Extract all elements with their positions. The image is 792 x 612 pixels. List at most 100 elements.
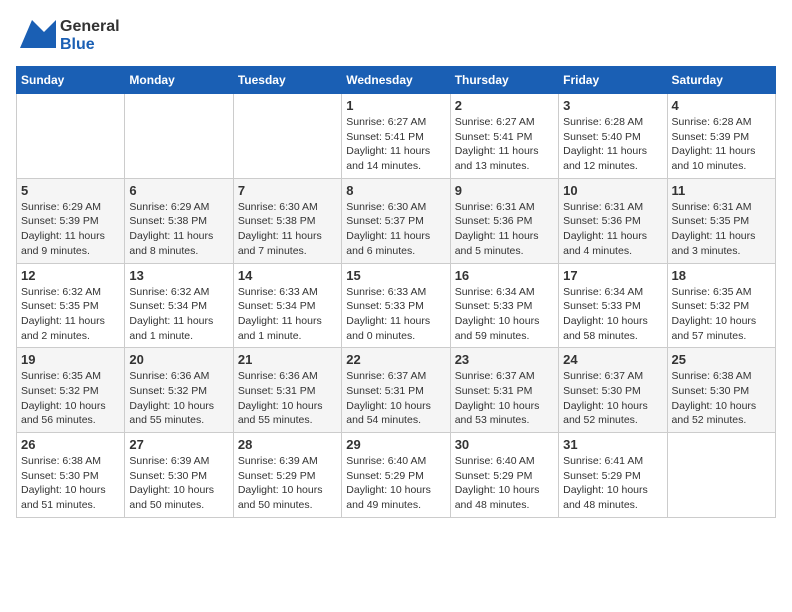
day-info: Sunrise: 6:31 AM Sunset: 5:36 PM Dayligh…: [563, 200, 662, 259]
day-info: Sunrise: 6:38 AM Sunset: 5:30 PM Dayligh…: [672, 369, 771, 428]
calendar-week-row: 1 Sunrise: 6:27 AM Sunset: 5:41 PM Daylig…: [17, 94, 776, 179]
day-info: Sunrise: 6:39 AM Sunset: 5:29 PM Dayligh…: [238, 454, 337, 513]
day-number: 16: [455, 268, 554, 283]
calendar-cell: 30 Sunrise: 6:40 AM Sunset: 5:29 PM Dayli…: [450, 433, 558, 518]
calendar-cell: 15 Sunrise: 6:33 AM Sunset: 5:33 PM Dayli…: [342, 263, 450, 348]
calendar-cell: 6Sunrise: 6:29 AM Sunset: 5:38 PM Daylig…: [125, 178, 233, 263]
calendar-cell: 14 Sunrise: 6:33 AM Sunset: 5:34 PM Dayli…: [233, 263, 341, 348]
day-number: 4: [672, 98, 771, 113]
day-number: 22: [346, 352, 445, 367]
day-number: 29: [346, 437, 445, 452]
calendar-cell: 3 Sunrise: 6:28 AM Sunset: 5:40 PM Daylig…: [559, 94, 667, 179]
day-number: 1: [346, 98, 445, 113]
calendar-cell: 11 Sunrise: 6:31 AM Sunset: 5:35 PM Dayli…: [667, 178, 775, 263]
day-number: 9: [455, 183, 554, 198]
day-number: 26: [21, 437, 120, 452]
calendar-cell: 7Sunrise: 6:30 AM Sunset: 5:38 PM Daylig…: [233, 178, 341, 263]
day-info: Sunrise: 6:33 AM Sunset: 5:33 PM Dayligh…: [346, 285, 445, 344]
day-number: 13: [129, 268, 228, 283]
calendar-cell: [125, 94, 233, 179]
calendar-cell: 19 Sunrise: 6:35 AM Sunset: 5:32 PM Dayli…: [17, 348, 125, 433]
day-info: Sunrise: 6:28 AM Sunset: 5:40 PM Dayligh…: [563, 115, 662, 174]
calendar-week-row: 5 Sunrise: 6:29 AM Sunset: 5:39 PM Daylig…: [17, 178, 776, 263]
calendar-cell: 8 Sunrise: 6:30 AM Sunset: 5:37 PM Daylig…: [342, 178, 450, 263]
day-info: Sunrise: 6:37 AM Sunset: 5:30 PM Dayligh…: [563, 369, 662, 428]
day-number: 19: [21, 352, 120, 367]
day-info: Sunrise: 6:34 AM Sunset: 5:33 PM Dayligh…: [563, 285, 662, 344]
calendar-cell: [17, 94, 125, 179]
day-number: 8: [346, 183, 445, 198]
calendar-cell: [667, 433, 775, 518]
logo-general-text: General: [60, 18, 120, 36]
day-info: Sunrise: 6:35 AM Sunset: 5:32 PM Dayligh…: [672, 285, 771, 344]
calendar-cell: 20Sunrise: 6:36 AM Sunset: 5:32 PM Dayli…: [125, 348, 233, 433]
calendar-cell: 17 Sunrise: 6:34 AM Sunset: 5:33 PM Dayli…: [559, 263, 667, 348]
day-number: 3: [563, 98, 662, 113]
calendar-cell: 16 Sunrise: 6:34 AM Sunset: 5:33 PM Dayli…: [450, 263, 558, 348]
day-number: 30: [455, 437, 554, 452]
calendar-week-row: 12Sunrise: 6:32 AM Sunset: 5:35 PM Dayli…: [17, 263, 776, 348]
day-info: Sunrise: 6:30 AM Sunset: 5:37 PM Dayligh…: [346, 200, 445, 259]
weekday-header: Thursday: [450, 67, 558, 94]
weekday-header: Friday: [559, 67, 667, 94]
day-info: Sunrise: 6:40 AM Sunset: 5:29 PM Dayligh…: [455, 454, 554, 513]
page-header: GeneralBlue: [16, 16, 776, 56]
calendar-table: SundayMondayTuesdayWednesdayThursdayFrid…: [16, 66, 776, 518]
day-info: Sunrise: 6:29 AM Sunset: 5:38 PM Dayligh…: [129, 200, 228, 259]
day-info: Sunrise: 6:40 AM Sunset: 5:29 PM Dayligh…: [346, 454, 445, 513]
day-number: 24: [563, 352, 662, 367]
calendar-cell: 1Sunrise: 6:27 AM Sunset: 5:41 PM Daylig…: [342, 94, 450, 179]
day-number: 21: [238, 352, 337, 367]
day-info: Sunrise: 6:29 AM Sunset: 5:39 PM Dayligh…: [21, 200, 120, 259]
calendar-cell: 21 Sunrise: 6:36 AM Sunset: 5:31 PM Dayli…: [233, 348, 341, 433]
day-info: Sunrise: 6:41 AM Sunset: 5:29 PM Dayligh…: [563, 454, 662, 513]
day-number: 27: [129, 437, 228, 452]
calendar-header-row: SundayMondayTuesdayWednesdayThursdayFrid…: [17, 67, 776, 94]
day-number: 2: [455, 98, 554, 113]
day-number: 12: [21, 268, 120, 283]
logo-blue-text: Blue: [60, 36, 120, 54]
calendar-cell: 25 Sunrise: 6:38 AM Sunset: 5:30 PM Dayli…: [667, 348, 775, 433]
day-info: Sunrise: 6:33 AM Sunset: 5:34 PM Dayligh…: [238, 285, 337, 344]
day-number: 20: [129, 352, 228, 367]
calendar-cell: 31 Sunrise: 6:41 AM Sunset: 5:29 PM Dayli…: [559, 433, 667, 518]
calendar-cell: [233, 94, 341, 179]
logo-text: GeneralBlue: [60, 18, 120, 53]
day-number: 31: [563, 437, 662, 452]
day-info: Sunrise: 6:27 AM Sunset: 5:41 PM Dayligh…: [455, 115, 554, 174]
calendar-cell: 9Sunrise: 6:31 AM Sunset: 5:36 PM Daylig…: [450, 178, 558, 263]
logo-icon: [16, 16, 56, 56]
day-number: 28: [238, 437, 337, 452]
day-number: 15: [346, 268, 445, 283]
day-info: Sunrise: 6:36 AM Sunset: 5:31 PM Dayligh…: [238, 369, 337, 428]
day-info: Sunrise: 6:35 AM Sunset: 5:32 PM Dayligh…: [21, 369, 120, 428]
calendar-cell: 12Sunrise: 6:32 AM Sunset: 5:35 PM Dayli…: [17, 263, 125, 348]
day-number: 18: [672, 268, 771, 283]
weekday-header: Wednesday: [342, 67, 450, 94]
calendar-cell: 27 Sunrise: 6:39 AM Sunset: 5:30 PM Dayli…: [125, 433, 233, 518]
day-info: Sunrise: 6:37 AM Sunset: 5:31 PM Dayligh…: [455, 369, 554, 428]
day-info: Sunrise: 6:31 AM Sunset: 5:35 PM Dayligh…: [672, 200, 771, 259]
day-number: 11: [672, 183, 771, 198]
day-number: 17: [563, 268, 662, 283]
day-info: Sunrise: 6:34 AM Sunset: 5:33 PM Dayligh…: [455, 285, 554, 344]
day-number: 23: [455, 352, 554, 367]
calendar-cell: 29 Sunrise: 6:40 AM Sunset: 5:29 PM Dayli…: [342, 433, 450, 518]
weekday-header: Tuesday: [233, 67, 341, 94]
calendar-cell: 5 Sunrise: 6:29 AM Sunset: 5:39 PM Daylig…: [17, 178, 125, 263]
day-number: 5: [21, 183, 120, 198]
day-number: 14: [238, 268, 337, 283]
calendar-cell: 10Sunrise: 6:31 AM Sunset: 5:36 PM Dayli…: [559, 178, 667, 263]
weekday-header: Monday: [125, 67, 233, 94]
calendar-cell: 4Sunrise: 6:28 AM Sunset: 5:39 PM Daylig…: [667, 94, 775, 179]
day-number: 25: [672, 352, 771, 367]
calendar-cell: 24 Sunrise: 6:37 AM Sunset: 5:30 PM Dayli…: [559, 348, 667, 433]
day-info: Sunrise: 6:39 AM Sunset: 5:30 PM Dayligh…: [129, 454, 228, 513]
day-info: Sunrise: 6:37 AM Sunset: 5:31 PM Dayligh…: [346, 369, 445, 428]
calendar-cell: 22 Sunrise: 6:37 AM Sunset: 5:31 PM Dayli…: [342, 348, 450, 433]
calendar-cell: 18 Sunrise: 6:35 AM Sunset: 5:32 PM Dayli…: [667, 263, 775, 348]
day-info: Sunrise: 6:30 AM Sunset: 5:38 PM Dayligh…: [238, 200, 337, 259]
logo: GeneralBlue: [16, 16, 120, 56]
calendar-cell: 28 Sunrise: 6:39 AM Sunset: 5:29 PM Dayli…: [233, 433, 341, 518]
calendar-cell: 2 Sunrise: 6:27 AM Sunset: 5:41 PM Daylig…: [450, 94, 558, 179]
